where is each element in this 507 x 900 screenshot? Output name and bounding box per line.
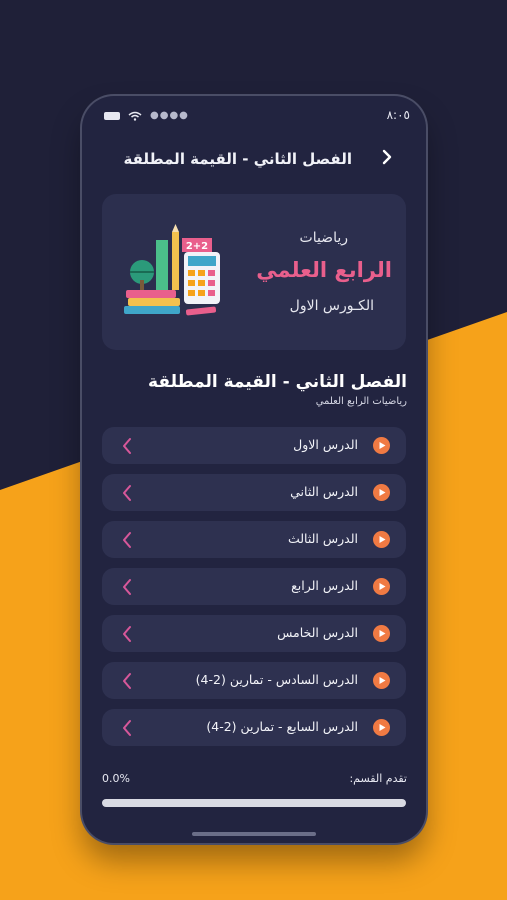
chevron-left-icon — [123, 673, 131, 689]
progress-label: تقدم القسم: — [349, 772, 407, 785]
lesson-item[interactable]: الدرس الاول — [102, 427, 406, 464]
math-supplies-icon: 2+2 — [124, 224, 220, 316]
signal-icon: ●●●● — [150, 110, 189, 121]
section-title: الفصل الثاني - القيمة المطلقة — [148, 372, 407, 392]
status-icons: ●●●● — [104, 110, 189, 121]
lesson-label: الدرس الخامس — [277, 625, 358, 640]
lesson-list: الدرس الاول الدرس الثاني الدرس الثالث ال… — [102, 427, 406, 756]
progress-value: 0.0% — [102, 772, 130, 785]
lesson-item[interactable]: الدرس الخامس — [102, 615, 406, 652]
lesson-item[interactable]: الدرس السابع - تمارين (2-4) — [102, 709, 406, 746]
home-indicator — [192, 832, 316, 836]
phone-frame: ●●●● ٨:٠٥ الفصل الثاني - القيمة المطلقة — [82, 96, 426, 843]
page-title: الفصل الثاني - القيمة المطلقة — [123, 150, 353, 168]
banner-course: الكـورس الاول — [289, 298, 374, 314]
lesson-item[interactable]: الدرس الثالث — [102, 521, 406, 558]
chevron-left-icon — [123, 720, 131, 736]
battery-icon — [104, 111, 120, 120]
lesson-label: الدرس الرابع — [291, 578, 358, 593]
progress-bar — [102, 799, 406, 807]
play-icon — [373, 531, 390, 548]
top-bar: الفصل الثاني - القيمة المطلقة — [82, 144, 426, 174]
lesson-label: الدرس الثالث — [287, 531, 358, 546]
status-time: ٨:٠٥ — [386, 108, 410, 122]
banner-subject: رياضيات — [299, 230, 348, 246]
chevron-left-icon — [123, 532, 131, 548]
play-icon — [373, 437, 390, 454]
lesson-label: الدرس الثاني — [290, 484, 358, 499]
course-banner: 2+2 رياضيات الرابع العلمي الكـورس الاول — [102, 194, 406, 350]
lesson-item[interactable]: الدرس الثاني — [102, 474, 406, 511]
section-subtitle: رياضيات الرابع العلمي — [315, 396, 407, 407]
play-icon — [373, 719, 390, 736]
lesson-label: الدرس الاول — [293, 437, 358, 452]
play-icon — [373, 484, 390, 501]
lesson-label: الدرس السادس - تمارين (2-4) — [195, 672, 358, 687]
lesson-label: الدرس السابع - تمارين (2-4) — [206, 719, 358, 734]
status-bar: ●●●● ٨:٠٥ — [82, 106, 426, 124]
wifi-icon — [128, 111, 142, 121]
chevron-left-icon — [123, 579, 131, 595]
back-chevron-right-icon[interactable] — [376, 146, 398, 168]
banner-grade: الرابع العلمي — [256, 258, 392, 282]
svg-text:2+2: 2+2 — [186, 241, 208, 252]
play-icon — [373, 578, 390, 595]
chevron-left-icon — [123, 626, 131, 642]
play-icon — [373, 625, 390, 642]
lesson-item[interactable]: الدرس السادس - تمارين (2-4) — [102, 662, 406, 699]
lesson-item[interactable]: الدرس الرابع — [102, 568, 406, 605]
play-icon — [373, 672, 390, 689]
chevron-left-icon — [123, 485, 131, 501]
chevron-left-icon — [123, 438, 131, 454]
